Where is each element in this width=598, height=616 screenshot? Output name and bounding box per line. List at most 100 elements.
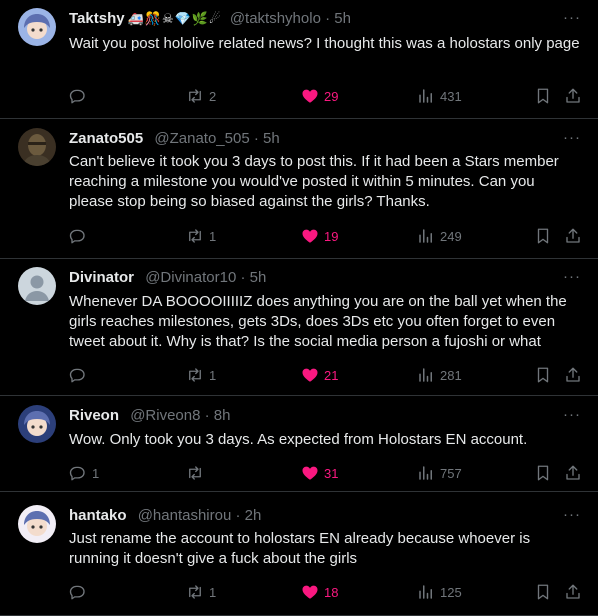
anime-avatar-icon[interactable] [18, 8, 56, 46]
timestamp[interactable]: 8h [214, 407, 231, 424]
timestamp[interactable]: 5h [263, 130, 280, 147]
reply-button[interactable] [69, 226, 92, 246]
separator-dot: · [240, 269, 246, 286]
more-icon[interactable]: ··· [562, 507, 582, 528]
tweet-text: Wait you post hololive related news? I t… [69, 35, 580, 52]
display-name[interactable]: Zanato505 [69, 130, 143, 147]
retweet-button[interactable]: 2 [186, 86, 216, 106]
views-button[interactable]: 249 [417, 226, 462, 246]
tweet-header: Divinator @Divinator10 · 5h [69, 268, 558, 288]
reply-icon [69, 89, 85, 104]
views-button[interactable]: 125 [417, 582, 462, 602]
anime-avatar-icon[interactable] [18, 505, 56, 543]
share-button[interactable] [564, 86, 582, 106]
more-icon[interactable]: ··· [562, 269, 582, 290]
like-button[interactable]: 19 [301, 226, 338, 246]
tweet[interactable]: Divinator @Divinator10 · 5h ··· Whenever… [0, 259, 598, 396]
user-handle[interactable]: @hantashirou [138, 507, 232, 524]
anime-avatar-icon[interactable] [18, 405, 56, 443]
bookmark-button[interactable] [534, 463, 552, 483]
timestamp[interactable]: 2h [245, 507, 262, 524]
tweet-header: Riveon @Riveon8 · 8h [69, 406, 558, 426]
retweet-button[interactable]: 1 [186, 365, 216, 385]
like-button[interactable]: 18 [301, 582, 338, 602]
action-bar: 1 21 281 [69, 365, 582, 385]
share-icon [566, 88, 580, 103]
tweet[interactable]: Riveon @Riveon8 · 8h ··· Wow. Only took … [0, 396, 598, 492]
views-icon [419, 368, 432, 382]
more-icon[interactable]: ··· [562, 10, 582, 31]
bookmark-icon [537, 465, 549, 481]
display-name[interactable]: Riveon [69, 407, 119, 424]
photo-avatar-icon[interactable] [18, 128, 56, 166]
more-icon[interactable]: ··· [562, 407, 582, 428]
reply-button[interactable] [69, 86, 92, 106]
reply-button[interactable]: 1 [69, 463, 99, 483]
user-handle[interactable]: @Zanato_505 [154, 130, 249, 147]
like-button[interactable]: 31 [301, 463, 338, 483]
views-icon [419, 585, 432, 599]
views-button[interactable]: 431 [417, 86, 462, 106]
bookmark-button[interactable] [534, 86, 552, 106]
bookmark-icon [537, 584, 549, 600]
retweet-icon [189, 229, 201, 243]
reply-icon [69, 229, 85, 244]
user-handle[interactable]: @Divinator10 [145, 269, 236, 286]
view-count: 249 [440, 228, 462, 244]
separator-dot: · [253, 130, 259, 147]
retweet-count: 1 [209, 584, 217, 600]
like-count: 19 [324, 228, 339, 244]
views-icon [419, 229, 432, 243]
view-count: 431 [440, 88, 462, 104]
separator-dot: · [325, 10, 331, 27]
like-button[interactable]: 21 [301, 365, 338, 385]
retweet-count: 1 [209, 367, 217, 383]
reply-button[interactable] [69, 365, 92, 385]
timestamp[interactable]: 5h [250, 269, 267, 286]
default-avatar-icon[interactable] [18, 267, 56, 305]
action-bar: 2 29 431 [69, 86, 582, 106]
heart-icon [302, 585, 318, 599]
like-button[interactable]: 29 [301, 86, 338, 106]
like-count: 31 [324, 465, 339, 481]
share-icon [566, 584, 580, 599]
separator-dot: · [204, 407, 210, 424]
retweet-button[interactable]: 1 [186, 226, 216, 246]
tweet-header: hantako @hantashirou · 2h [69, 506, 558, 526]
action-bar: 1 31 757 [69, 463, 582, 483]
bookmark-button[interactable] [534, 226, 552, 246]
retweet-button[interactable] [186, 463, 209, 483]
more-icon[interactable]: ··· [562, 130, 582, 151]
share-button[interactable] [564, 226, 582, 246]
user-handle[interactable]: @taktshyholo [230, 10, 321, 27]
reply-icon [69, 368, 85, 383]
reply-button[interactable] [69, 582, 92, 602]
user-handle[interactable]: @Riveon8 [130, 407, 200, 424]
views-button[interactable]: 757 [417, 463, 462, 483]
retweet-button[interactable]: 1 [186, 582, 216, 602]
view-count: 281 [440, 367, 462, 383]
tweet[interactable]: Zanato505 @Zanato_505 · 5h ··· Can't bel… [0, 119, 598, 259]
timestamp[interactable]: 5h [334, 10, 351, 27]
share-icon [566, 367, 580, 382]
retweet-icon [189, 585, 201, 599]
views-button[interactable]: 281 [417, 365, 462, 385]
reply-icon [69, 466, 85, 481]
share-button[interactable] [564, 582, 582, 602]
share-button[interactable] [564, 463, 582, 483]
views-icon [419, 89, 432, 103]
action-bar: 1 19 249 [69, 226, 582, 246]
tweet[interactable]: hantako @hantashirou · 2h ··· Just renam… [0, 492, 598, 616]
display-name[interactable]: Taktshy [69, 10, 125, 27]
display-name[interactable]: hantako [69, 507, 127, 524]
tweet[interactable]: Taktshy 🚑🎊☠💎🌿☄ @taktshyholo · 5h ··· Wait… [0, 0, 598, 119]
display-name[interactable]: Divinator [69, 269, 134, 286]
heart-icon [302, 229, 318, 243]
tweet-text: Just rename the account to holostars EN … [69, 530, 531, 567]
views-icon [419, 466, 432, 480]
heart-icon [302, 89, 318, 103]
retweet-icon [189, 368, 201, 382]
bookmark-button[interactable] [534, 582, 552, 602]
share-button[interactable] [564, 365, 582, 385]
bookmark-button[interactable] [534, 365, 552, 385]
